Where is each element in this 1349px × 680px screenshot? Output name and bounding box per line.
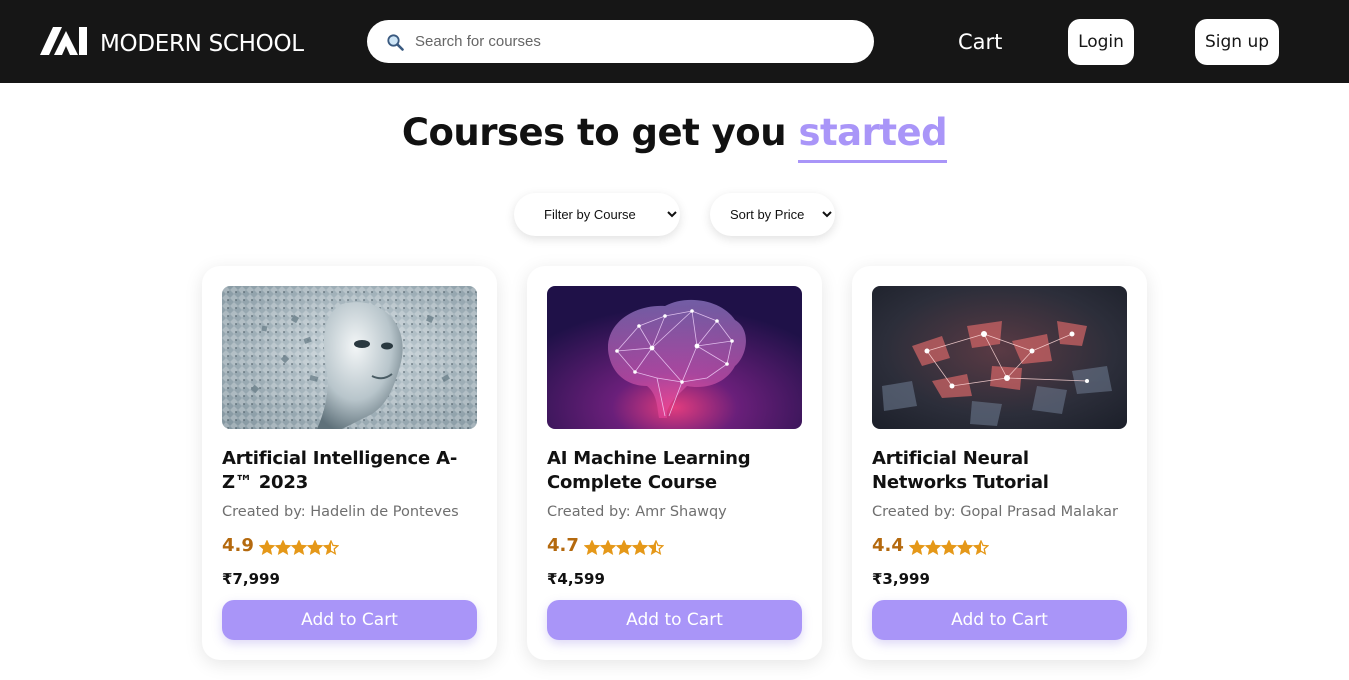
page-title-accent: started xyxy=(798,111,948,163)
star-full-icon xyxy=(924,539,941,555)
ai-face-particles-image[interactable] xyxy=(222,286,477,429)
course-card[interactable]: AI Machine Learning Complete Course Crea… xyxy=(527,266,822,660)
price-sort-select[interactable]: Sort by Price xyxy=(710,193,835,236)
star-full-icon xyxy=(615,539,632,555)
cart-link[interactable]: Cart xyxy=(958,30,1002,54)
star-half-icon xyxy=(647,539,664,555)
add-to-cart-button[interactable]: Add to Cart xyxy=(547,600,802,640)
star-full-icon xyxy=(306,539,323,555)
course-price: ₹3,999 xyxy=(872,570,930,588)
search-bar[interactable] xyxy=(367,20,874,63)
star-full-icon xyxy=(631,539,648,555)
course-filter-dropdown[interactable]: Filter by Course xyxy=(514,193,680,236)
page-title-prefix: Courses to get you xyxy=(401,111,787,154)
brand[interactable]: MODERN SCHOOL xyxy=(40,21,304,61)
search-input[interactable] xyxy=(415,33,855,50)
navbar: MODERN SCHOOL Cart Login Sign up xyxy=(0,0,1349,83)
glowing-brain-image[interactable] xyxy=(547,286,802,429)
star-rating xyxy=(583,539,664,555)
star-full-icon xyxy=(258,539,275,555)
course-price: ₹4,599 xyxy=(547,570,605,588)
login-button[interactable]: Login xyxy=(1068,19,1134,65)
star-full-icon xyxy=(583,539,600,555)
signup-button[interactable]: Sign up xyxy=(1195,19,1279,65)
star-rating xyxy=(258,539,339,555)
star-full-icon xyxy=(908,539,925,555)
course-title[interactable]: AI Machine Learning Complete Course xyxy=(547,447,802,495)
rating-value: 4.4 xyxy=(872,535,904,556)
course-card[interactable]: Artificial Intelligence A-Z™ 2023 Create… xyxy=(202,266,497,660)
course-author: Created by: Hadelin de Ponteves xyxy=(222,504,459,520)
neural-network-nodes-image[interactable] xyxy=(872,286,1127,429)
page-title: Courses to get you started xyxy=(0,111,1349,163)
course-title[interactable]: Artificial Intelligence A-Z™ 2023 xyxy=(222,447,477,495)
course-title[interactable]: Artificial Neural Networks Tutorial xyxy=(872,447,1127,495)
course-price: ₹7,999 xyxy=(222,570,280,588)
rating-value: 4.9 xyxy=(222,535,254,556)
course-rating: 4.9 xyxy=(222,535,339,556)
star-full-icon xyxy=(940,539,957,555)
star-full-icon xyxy=(274,539,291,555)
brand-name: MODERN SCHOOL xyxy=(100,31,304,57)
course-card[interactable]: Artificial Neural Networks Tutorial Crea… xyxy=(852,266,1147,660)
star-half-icon xyxy=(322,539,339,555)
add-to-cart-button[interactable]: Add to Cart xyxy=(872,600,1127,640)
star-rating xyxy=(908,539,989,555)
star-full-icon xyxy=(956,539,973,555)
price-sort-dropdown[interactable]: Sort by Price xyxy=(710,193,835,236)
course-author: Created by: Gopal Prasad Malakar xyxy=(872,504,1118,520)
star-full-icon xyxy=(290,539,307,555)
search-icon xyxy=(385,32,405,52)
course-rating: 4.4 xyxy=(872,535,989,556)
rating-value: 4.7 xyxy=(547,535,579,556)
star-full-icon xyxy=(599,539,616,555)
modern-school-logo-icon xyxy=(40,25,92,57)
course-author: Created by: Amr Shawqy xyxy=(547,504,727,520)
add-to-cart-button[interactable]: Add to Cart xyxy=(222,600,477,640)
course-rating: 4.7 xyxy=(547,535,664,556)
star-half-icon xyxy=(972,539,989,555)
course-filter-select[interactable]: Filter by Course xyxy=(514,193,680,236)
